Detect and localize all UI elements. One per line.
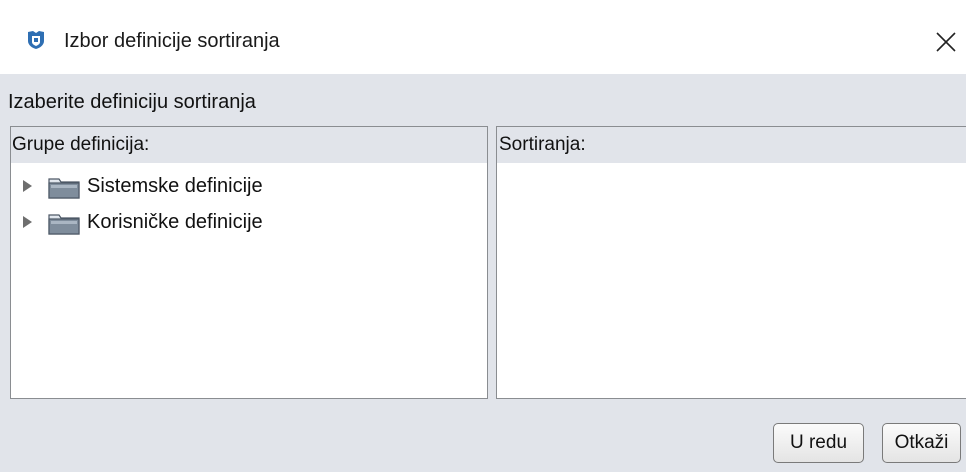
window-title: Izbor definicije sortiranja (64, 30, 280, 52)
folder-icon (48, 178, 80, 199)
folder-icon (48, 214, 80, 235)
sortings-panel[interactable]: Sortiranja: (496, 126, 966, 399)
expand-arrow-icon[interactable] (23, 180, 32, 192)
cancel-button[interactable]: Otkaži (882, 423, 961, 463)
expand-arrow-icon[interactable] (23, 216, 32, 228)
tree-item-user-definitions[interactable]: Korisničke definicije (11, 205, 487, 239)
instruction-label: Izaberite definiciju sortiranja (8, 91, 256, 113)
dialog-window: Izbor definicije sortiranja Izaberite de… (0, 0, 966, 472)
dialog-content: Izaberite definiciju sortiranja Grupe de… (0, 74, 966, 472)
close-button[interactable] (928, 24, 964, 60)
title-bar[interactable]: Izbor definicije sortiranja (0, 0, 966, 74)
definition-groups-panel: Grupe definicija: Sistemske definicije K… (10, 126, 488, 399)
tree-item-system-definitions[interactable]: Sistemske definicije (11, 169, 487, 203)
app-shield-icon (28, 31, 44, 49)
groups-panel-header: Grupe definicija: (11, 127, 487, 163)
ok-button[interactable]: U redu (773, 423, 864, 463)
sortings-panel-header: Sortiranja: (497, 127, 966, 163)
tree-item-label: Korisničke definicije (87, 211, 263, 233)
tree-item-label: Sistemske definicije (87, 175, 263, 197)
close-icon (936, 32, 956, 52)
